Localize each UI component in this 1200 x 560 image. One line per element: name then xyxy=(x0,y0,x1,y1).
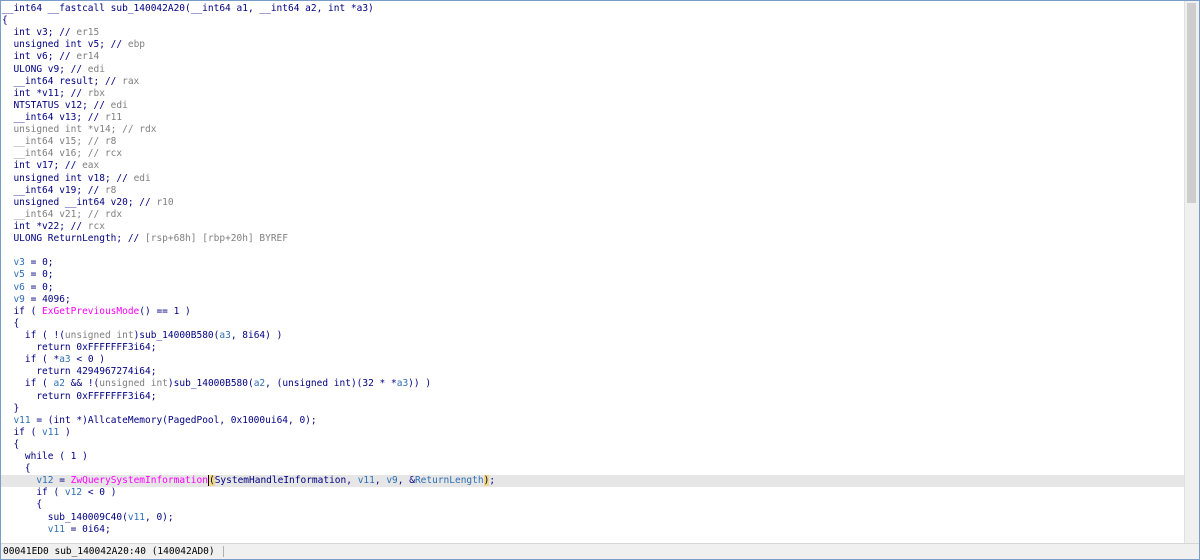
code-line[interactable]: ULONG v9; // edi xyxy=(1,64,1186,76)
code-line[interactable]: unsigned int *v14; // rdx xyxy=(1,124,1186,136)
code-line[interactable]: { xyxy=(1,463,1186,475)
code-line[interactable]: int *v22; // rcx xyxy=(1,221,1186,233)
code-line[interactable]: sub_140009C40(v11, 0); xyxy=(1,512,1186,524)
code-line[interactable]: v6 = 0; xyxy=(1,282,1186,294)
code-line[interactable]: unsigned int v18; // edi xyxy=(1,173,1186,185)
pseudocode-view[interactable]: __int64 __fastcall sub_140042A20(__int64… xyxy=(1,3,1186,543)
code-line[interactable]: int v17; // eax xyxy=(1,160,1186,172)
code-line[interactable]: unsigned int v5; // ebp xyxy=(1,39,1186,51)
code-line[interactable]: int v6; // er14 xyxy=(1,51,1186,63)
code-line[interactable]: if ( ExGetPreviousMode() == 1 ) xyxy=(1,306,1186,318)
status-bar: 00041ED0 sub_140042A20:40 (140042AD0) xyxy=(1,543,1199,559)
scrollbar-thumb[interactable] xyxy=(1187,3,1196,203)
code-line[interactable]: v3 = 0; xyxy=(1,257,1186,269)
code-line[interactable]: return 4294967274i64; xyxy=(1,366,1186,378)
code-line[interactable]: while ( 1 ) xyxy=(1,451,1186,463)
code-line[interactable]: } xyxy=(1,403,1186,415)
code-line[interactable]: { xyxy=(1,439,1186,451)
code-line[interactable]: { xyxy=(1,499,1186,511)
code-line[interactable]: v9 = 4096; xyxy=(1,294,1186,306)
status-address: 00041ED0 sub_140042A20:40 (140042AD0) xyxy=(3,546,215,557)
code-line[interactable]: int *v11; // rbx xyxy=(1,88,1186,100)
code-line[interactable]: if ( *a3 < 0 ) xyxy=(1,354,1186,366)
code-line[interactable]: __int64 result; // rax xyxy=(1,76,1186,88)
code-line[interactable]: if ( v11 ) xyxy=(1,427,1186,439)
vertical-scrollbar[interactable] xyxy=(1184,1,1199,544)
code-line[interactable]: int v3; // er15 xyxy=(1,27,1186,39)
code-line[interactable]: __int64 v15; // r8 xyxy=(1,136,1186,148)
code-line[interactable]: v11 = (int *)AllcateMemory(PagedPool, 0x… xyxy=(1,415,1186,427)
status-separator xyxy=(223,546,224,557)
code-line[interactable]: v5 = 0; xyxy=(1,269,1186,281)
code-line[interactable] xyxy=(1,245,1186,257)
code-line[interactable]: __int64 v21; // rdx xyxy=(1,209,1186,221)
code-line[interactable]: return 0xFFFFFFF3i64; xyxy=(1,391,1186,403)
pseudocode-window: __int64 __fastcall sub_140042A20(__int64… xyxy=(0,0,1200,560)
code-line[interactable]: if ( !(unsigned int)sub_14000B580(a3, 8i… xyxy=(1,330,1186,342)
code-line[interactable]: ULONG ReturnLength; // [rsp+68h] [rbp+20… xyxy=(1,233,1186,245)
code-line[interactable]: if ( v12 < 0 ) xyxy=(1,487,1186,499)
code-line[interactable]: __int64 v13; // r11 xyxy=(1,112,1186,124)
code-line[interactable]: { xyxy=(1,15,1186,27)
code-line[interactable]: unsigned __int64 v20; // r10 xyxy=(1,197,1186,209)
code-line[interactable]: v11 = 0i64; xyxy=(1,524,1186,536)
code-line[interactable]: __int64 __fastcall sub_140042A20(__int64… xyxy=(1,3,1186,15)
code-line[interactable]: __int64 v19; // r8 xyxy=(1,185,1186,197)
code-line[interactable]: __int64 v16; // rcx xyxy=(1,148,1186,160)
code-line[interactable]: { xyxy=(1,318,1186,330)
code-line[interactable]: v12 = ZwQuerySystemInformation(SystemHan… xyxy=(1,475,1186,488)
code-line[interactable]: NTSTATUS v12; // edi xyxy=(1,100,1186,112)
code-line[interactable]: if ( a2 && !(unsigned int)sub_14000B580(… xyxy=(1,378,1186,390)
code-line[interactable]: return 0xFFFFFFF3i64; xyxy=(1,342,1186,354)
